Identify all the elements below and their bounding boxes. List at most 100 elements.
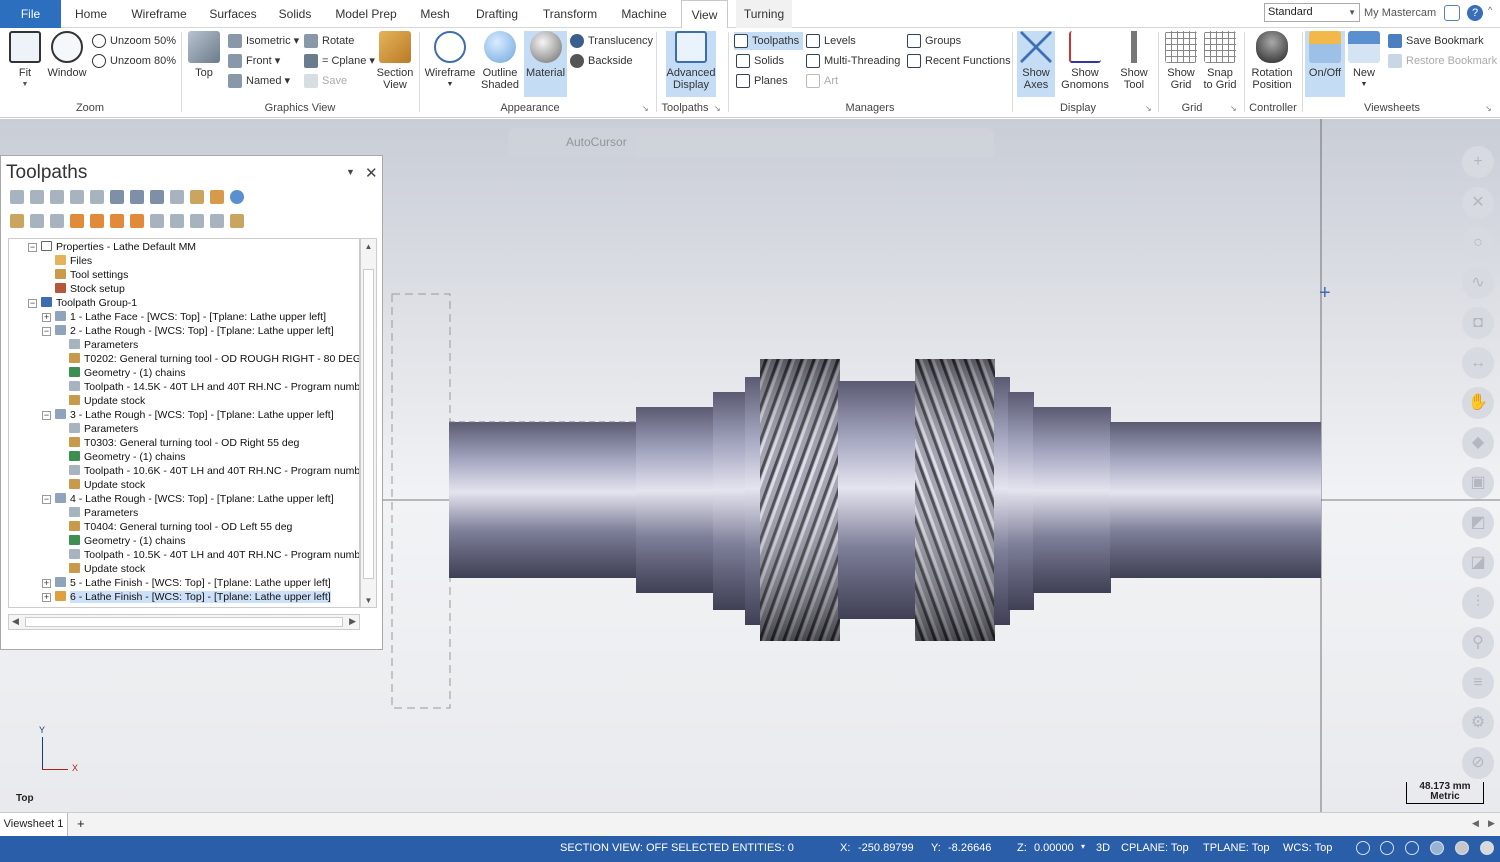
analyze-button[interactable]: ⚲ bbox=[1462, 627, 1494, 659]
outline-shaded-button[interactable]: Outline Shaded bbox=[478, 31, 522, 91]
collapse-icon[interactable]: − bbox=[28, 299, 37, 308]
wcs-status[interactable]: WCS: Top bbox=[1283, 842, 1332, 854]
tree-item-stock-setup[interactable]: Stock setup bbox=[55, 282, 125, 296]
move-up-icon[interactable] bbox=[90, 214, 104, 228]
scroll-left-icon[interactable]: ◀ bbox=[12, 616, 19, 627]
tree-vertical-scrollbar[interactable]: ▲ ▼ bbox=[360, 238, 377, 608]
backside-button[interactable]: Backside bbox=[570, 52, 633, 70]
simulate-icon[interactable] bbox=[130, 190, 144, 204]
tree-item-toolpath-group[interactable]: Toolpath Group-1 bbox=[41, 296, 137, 310]
collapse-icon[interactable] bbox=[170, 214, 184, 228]
color-button[interactable]: ◪ bbox=[1462, 547, 1494, 579]
verify-icon[interactable] bbox=[110, 190, 124, 204]
highfeed-icon[interactable] bbox=[190, 190, 204, 204]
save-bookmark-button[interactable]: Save Bookmark bbox=[1388, 32, 1484, 50]
snap-to-grid-button[interactable]: Snap to Grid bbox=[1202, 31, 1238, 91]
tree-item-parameters[interactable]: Parameters bbox=[69, 422, 138, 436]
toolpath-tree[interactable]: − Properties - Lathe Default MM Files To… bbox=[8, 238, 360, 608]
window-button[interactable]: Window bbox=[46, 31, 88, 79]
collapse-icon[interactable]: − bbox=[42, 411, 51, 420]
sphere-shaded-icon[interactable] bbox=[1430, 841, 1444, 855]
scroll-thumb[interactable] bbox=[25, 617, 343, 627]
translucency-button[interactable]: Translucency bbox=[570, 32, 653, 50]
toolpaths-manager-button[interactable]: Toolpaths bbox=[734, 32, 804, 50]
tree-item-toolpath[interactable]: Toolpath - 14.5K - 40T LH and 40T RH.NC … bbox=[69, 380, 359, 394]
tool-manager-icon[interactable] bbox=[210, 214, 224, 228]
expand-icon[interactable]: + bbox=[42, 593, 51, 602]
show-grid-button[interactable]: Show Grid bbox=[1164, 31, 1198, 91]
tree-item-parameters[interactable]: Parameters bbox=[69, 506, 138, 520]
delete-operations-icon[interactable] bbox=[210, 190, 224, 204]
help-icon[interactable] bbox=[230, 190, 244, 204]
tree-item-update-stock[interactable]: Update stock bbox=[69, 394, 145, 408]
levels-manager-button[interactable]: Levels bbox=[806, 32, 856, 50]
scroll-thumb[interactable] bbox=[363, 269, 374, 579]
tree-item-tool[interactable]: T0404: General turning tool - OD Left 55… bbox=[69, 520, 292, 534]
dialog-launcher-icon[interactable]: ↘ bbox=[1145, 104, 1152, 113]
tree-item-tool[interactable]: T0202: General turning tool - OD ROUGH R… bbox=[69, 352, 359, 366]
close-icon[interactable]: ✕ bbox=[365, 164, 378, 182]
collapse-ribbon-icon[interactable]: ^ bbox=[1488, 5, 1498, 21]
rotation-position-button[interactable]: Rotation Position bbox=[1248, 31, 1296, 91]
recent-functions-manager-button[interactable]: Recent Functions bbox=[907, 52, 1011, 70]
named-view-button[interactable]: Named ▾ bbox=[228, 72, 290, 90]
regen-icon[interactable] bbox=[50, 190, 64, 204]
dialog-launcher-icon[interactable]: ↘ bbox=[714, 104, 721, 113]
tab-transform[interactable]: Transform bbox=[538, 0, 602, 28]
tab-model-prep[interactable]: Model Prep bbox=[328, 0, 404, 28]
collapse-icon[interactable]: − bbox=[42, 327, 51, 336]
unzoom-80-button[interactable]: Unzoom 80% bbox=[92, 52, 176, 70]
tree-item-files[interactable]: Files bbox=[55, 254, 92, 268]
box-view-button[interactable]: ▣ bbox=[1462, 467, 1494, 499]
dialog-launcher-icon[interactable]: ↘ bbox=[1485, 104, 1492, 113]
select-all-icon[interactable] bbox=[10, 190, 24, 204]
insert-arrow-icon[interactable] bbox=[110, 214, 124, 228]
tree-item-operation[interactable]: 1 - Lathe Face - [WCS: Top] - [Tplane: L… bbox=[55, 310, 326, 324]
scroll-right-icon[interactable]: ▶ bbox=[349, 616, 356, 627]
regen-dirty-icon[interactable] bbox=[70, 190, 84, 204]
tree-item-operation[interactable]: 3 - Lathe Rough - [WCS: Top] - [Tplane: … bbox=[55, 408, 334, 422]
tab-surfaces[interactable]: Surfaces bbox=[203, 0, 263, 28]
tab-turning[interactable]: Turning bbox=[736, 0, 792, 28]
deselect-icon[interactable] bbox=[30, 190, 44, 204]
cplane-view-button[interactable]: = Cplane ▾ bbox=[304, 52, 375, 70]
show-gnomons-button[interactable]: Show Gnomons bbox=[1058, 31, 1112, 91]
tree-item-operation-selected[interactable]: 6 - Lathe Finish - [WCS: Top] - [Tplane:… bbox=[55, 590, 331, 604]
display-options-icon[interactable] bbox=[190, 214, 204, 228]
align-button[interactable]: ⫶ bbox=[1462, 587, 1494, 619]
tab-wireframe[interactable]: Wireframe bbox=[126, 0, 192, 28]
tree-item-update-stock[interactable]: Update stock bbox=[69, 562, 145, 576]
tab-drafting[interactable]: Drafting bbox=[468, 0, 526, 28]
collapse-icon[interactable]: − bbox=[42, 495, 51, 504]
collapse-icon[interactable]: − bbox=[28, 243, 37, 252]
viewsheet-tab[interactable]: Viewsheet 1 bbox=[0, 813, 68, 837]
front-view-button[interactable]: Front ▾ bbox=[228, 52, 280, 70]
help-icon[interactable]: ? bbox=[1467, 5, 1483, 21]
tree-item-geometry[interactable]: Geometry - (1) chains bbox=[69, 366, 186, 380]
tab-mesh[interactable]: Mesh bbox=[415, 0, 455, 28]
isometric-button[interactable]: Isometric ▾ bbox=[228, 32, 299, 50]
mode-3d-toggle[interactable]: 3D bbox=[1096, 842, 1110, 854]
section-view-status[interactable]: SECTION VIEW: OFF bbox=[560, 842, 668, 854]
expand-icon[interactable]: + bbox=[42, 313, 51, 322]
expand-icon[interactable]: + bbox=[42, 579, 51, 588]
cplane-status[interactable]: CPLANE: Top bbox=[1121, 842, 1189, 854]
tree-item-operation[interactable]: 4 - Lathe Rough - [WCS: Top] - [Tplane: … bbox=[55, 492, 334, 506]
show-axes-button[interactable]: Show Axes bbox=[1017, 31, 1055, 97]
camera-button[interactable]: ◘ bbox=[1462, 307, 1494, 339]
tree-item-operation[interactable]: 2 - Lathe Rough - [WCS: Top] - [Tplane: … bbox=[55, 324, 334, 338]
tree-item-toolpath[interactable]: Toolpath - 10.6K - 40T LH and 40T RH.NC … bbox=[69, 464, 359, 478]
selected-entities-status[interactable]: SELECTED ENTITIES: 0 bbox=[671, 842, 794, 854]
tree-item-properties[interactable]: Properties - Lathe Default MM bbox=[41, 240, 196, 254]
curve-tool-button[interactable]: ∿ bbox=[1462, 267, 1494, 299]
sphere-material-icon[interactable] bbox=[1455, 841, 1469, 855]
top-view-button[interactable]: Top bbox=[186, 31, 222, 79]
tab-solids[interactable]: Solids bbox=[274, 0, 316, 28]
my-mastercam-link[interactable]: My Mastercam bbox=[1364, 7, 1436, 19]
chat-icon[interactable] bbox=[1444, 5, 1460, 21]
dialog-launcher-icon[interactable]: ↘ bbox=[1230, 104, 1237, 113]
z-coord-value[interactable]: 0.00000 bbox=[1034, 842, 1074, 854]
fit-button[interactable]: Fit ▼ bbox=[8, 31, 42, 91]
save-view-button[interactable]: Save bbox=[304, 72, 347, 90]
rotate-button[interactable]: Rotate bbox=[304, 32, 354, 50]
